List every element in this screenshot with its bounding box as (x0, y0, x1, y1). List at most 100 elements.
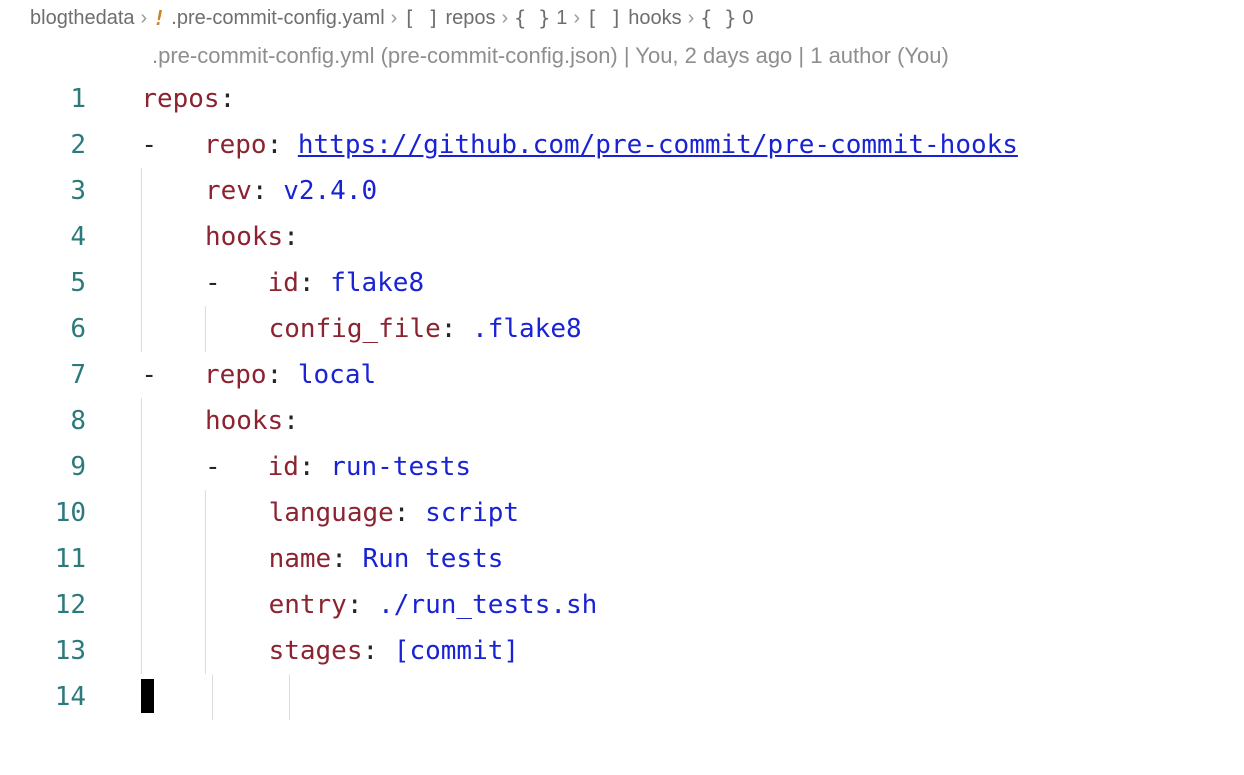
colon: : (267, 360, 283, 390)
breadcrumb-sep: › (688, 7, 695, 30)
yaml-value: run-tests (330, 452, 471, 482)
breadcrumb-sep: › (141, 7, 148, 30)
indent-guide (141, 168, 142, 214)
indent-guide (141, 444, 142, 490)
dash: - (141, 360, 157, 390)
breadcrumb[interactable]: blogthedata › ! .pre-commit-config.yaml … (0, 0, 1244, 36)
code-line[interactable]: 1 repos: (0, 76, 1244, 122)
yaml-key: hooks (205, 222, 283, 252)
colon: : (362, 636, 378, 666)
line-number: 11 (0, 536, 110, 582)
array-icon: [ ] (586, 6, 622, 30)
line-number: 6 (0, 306, 110, 352)
yaml-url[interactable]: https://github.com/pre-commit/pre-commit… (298, 130, 1018, 160)
breadcrumb-sep: › (391, 7, 398, 30)
indent-guide (205, 306, 206, 352)
colon: : (283, 406, 299, 436)
colon: : (299, 268, 315, 298)
dash: - (205, 452, 221, 482)
colon: : (252, 176, 268, 206)
yaml-value: local (298, 360, 376, 390)
breadcrumb-sep: › (501, 7, 508, 30)
indent-guide (205, 536, 206, 582)
code-line[interactable]: 3 rev: v2.4.0 (0, 168, 1244, 214)
code-line[interactable]: 4 hooks: (0, 214, 1244, 260)
code-line[interactable]: 8 hooks: (0, 398, 1244, 444)
breadcrumb-root[interactable]: blogthedata (30, 7, 135, 30)
indent-guide (141, 490, 142, 536)
line-number: 7 (0, 352, 110, 398)
indent-guide (205, 628, 206, 674)
line-number: 5 (0, 260, 110, 306)
indent-guide (141, 306, 142, 352)
code-line[interactable]: 2 - repo: https://github.com/pre-commit/… (0, 122, 1244, 168)
colon: : (283, 222, 299, 252)
colon: : (220, 84, 236, 114)
colon: : (347, 590, 363, 620)
line-number: 10 (0, 490, 110, 536)
codelens[interactable]: .pre-commit-config.yml (pre-commit-confi… (0, 36, 1244, 76)
colon: : (299, 452, 315, 482)
code-line[interactable]: 13 stages: [commit] (0, 628, 1244, 674)
code-line[interactable]: 11 name: Run tests (0, 536, 1244, 582)
line-number: 1 (0, 76, 110, 122)
yaml-value: v2.4.0 (283, 176, 377, 206)
yaml-key: repo (204, 130, 267, 160)
yaml-key: hooks (205, 406, 283, 436)
breadcrumb-segment[interactable]: 0 (742, 7, 753, 30)
array-icon: [ ] (403, 6, 439, 30)
indent-guide (289, 674, 290, 720)
dash: - (205, 268, 221, 298)
code-line[interactable]: 14 (0, 674, 1244, 720)
yaml-key: stages (269, 636, 363, 666)
line-number: 3 (0, 168, 110, 214)
yaml-key: rev (205, 176, 252, 206)
line-number: 14 (0, 674, 110, 720)
breadcrumb-file[interactable]: .pre-commit-config.yaml (171, 7, 384, 30)
line-number: 9 (0, 444, 110, 490)
editor[interactable]: .pre-commit-config.yml (pre-commit-confi… (0, 36, 1244, 720)
line-number: 4 (0, 214, 110, 260)
yaml-key: config_file (269, 314, 441, 344)
indent-guide (212, 674, 213, 720)
yaml-key: repo (204, 360, 267, 390)
yaml-key: entry (269, 590, 347, 620)
colon: : (441, 314, 457, 344)
line-number: 12 (0, 582, 110, 628)
colon: : (394, 498, 410, 528)
code-line[interactable]: 7 - repo: local (0, 352, 1244, 398)
code-line[interactable]: 5 - id: flake8 (0, 260, 1244, 306)
code-line[interactable]: 12 entry: ./run_tests.sh (0, 582, 1244, 628)
breadcrumb-segment[interactable]: hooks (628, 7, 681, 30)
yaml-key: name (269, 544, 332, 574)
cursor (141, 679, 154, 713)
colon: : (331, 544, 347, 574)
indent-guide (141, 398, 142, 444)
line-number: 8 (0, 398, 110, 444)
yaml-value: [commit] (394, 636, 519, 666)
yaml-icon: ! (153, 6, 165, 30)
code-line[interactable]: 9 - id: run-tests (0, 444, 1244, 490)
breadcrumb-segment[interactable]: 1 (556, 7, 567, 30)
yaml-value: flake8 (330, 268, 424, 298)
indent-guide (141, 628, 142, 674)
code-line[interactable]: 10 language: script (0, 490, 1244, 536)
yaml-key: id (268, 452, 299, 482)
breadcrumb-segment[interactable]: repos (445, 7, 495, 30)
object-icon: { } (514, 6, 550, 30)
colon: : (267, 130, 283, 160)
indent-guide (205, 490, 206, 536)
indent-guide (141, 536, 142, 582)
code-lines[interactable]: 1 repos: 2 - repo: https://github.com/pr… (0, 76, 1244, 720)
code-line[interactable]: 6 config_file: .flake8 (0, 306, 1244, 352)
yaml-value: Run tests (363, 544, 504, 574)
indent-guide (141, 582, 142, 628)
indent-guide (141, 214, 142, 260)
breadcrumb-sep: › (573, 7, 580, 30)
yaml-value: .flake8 (472, 314, 582, 344)
yaml-key: language (269, 498, 394, 528)
line-number: 13 (0, 628, 110, 674)
yaml-value: script (425, 498, 519, 528)
yaml-key: repos (141, 84, 219, 114)
yaml-value: ./run_tests.sh (378, 590, 597, 620)
